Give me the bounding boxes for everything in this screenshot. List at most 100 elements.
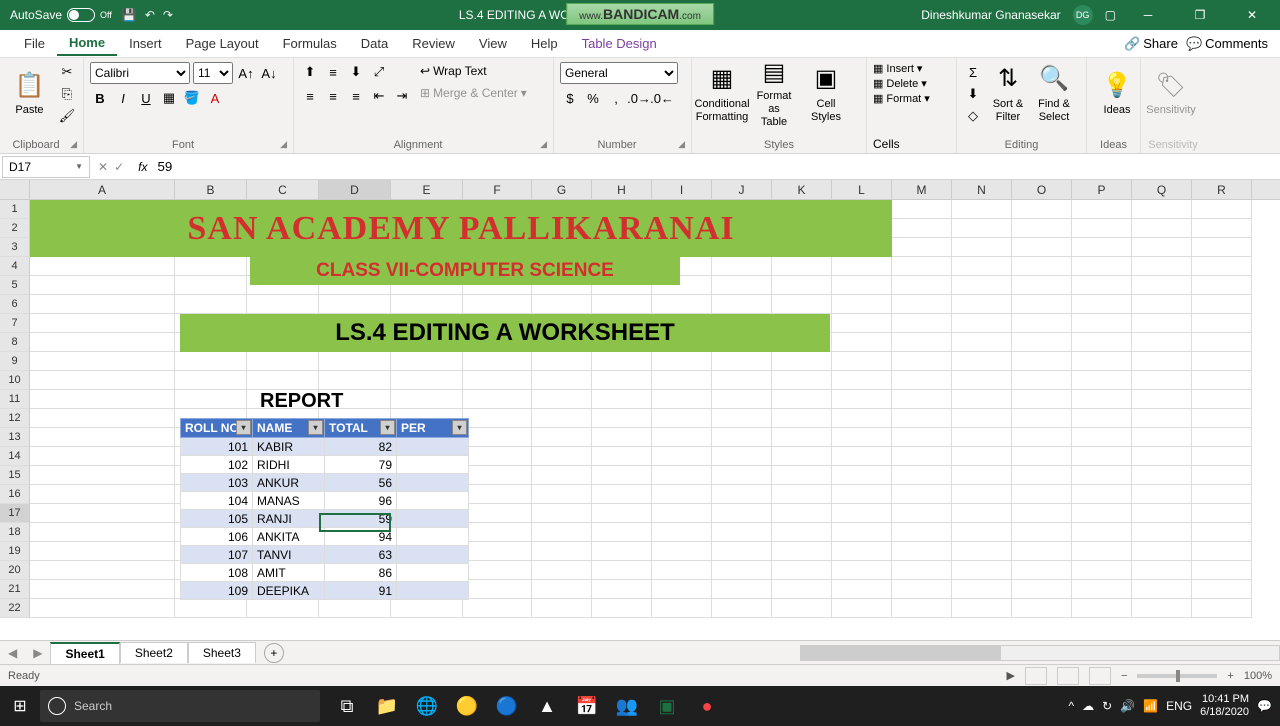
clear-icon[interactable]: ◇ (963, 106, 983, 126)
column-header-B[interactable]: B (175, 180, 247, 199)
bold-button[interactable]: B (90, 88, 110, 108)
table-row[interactable]: 106ANKITA94 (181, 528, 469, 546)
spreadsheet-grid[interactable]: 12345678910111213141516171819202122 SAN … (0, 200, 1280, 640)
cell-styles-button[interactable]: ▣Cell Styles (802, 62, 850, 126)
select-all-corner[interactable] (0, 180, 30, 199)
tray-sync-icon[interactable]: ↻ (1102, 699, 1112, 713)
autosave-toggle[interactable]: AutoSave Off (10, 8, 112, 22)
minimize-button[interactable]: ─ (1128, 0, 1168, 30)
sheet-nav-prev-icon[interactable]: ◀ (0, 646, 25, 660)
paste-button[interactable]: 📋 Paste (6, 62, 53, 126)
table-row[interactable]: 102RIDHI79 (181, 456, 469, 474)
sort-filter-button[interactable]: ⇅Sort & Filter (987, 62, 1029, 126)
tab-help[interactable]: Help (519, 32, 570, 55)
tab-insert[interactable]: Insert (117, 32, 174, 55)
zoom-in-button[interactable]: + (1227, 670, 1233, 682)
explorer-icon[interactable]: 📁 (368, 686, 406, 726)
formula-input[interactable] (153, 159, 1280, 174)
tab-view[interactable]: View (467, 32, 519, 55)
row-header-15[interactable]: 15 (0, 466, 30, 485)
align-left-icon[interactable]: ≡ (300, 86, 320, 106)
format-painter-icon[interactable]: 🖌 (57, 106, 77, 126)
tray-up-icon[interactable]: ^ (1068, 699, 1074, 713)
taskbar-search[interactable]: Search (40, 690, 320, 722)
table-row[interactable]: 108AMIT86 (181, 564, 469, 582)
column-header-Q[interactable]: Q (1132, 180, 1192, 199)
comma-icon[interactable]: , (606, 88, 626, 108)
cancel-formula-icon[interactable]: ✕ (98, 160, 108, 174)
column-header-F[interactable]: F (463, 180, 532, 199)
close-button[interactable]: ✕ (1232, 0, 1272, 30)
teams-icon[interactable]: 👥 (608, 686, 646, 726)
redo-icon[interactable]: ↷ (163, 8, 173, 22)
record-icon[interactable]: ● (688, 686, 726, 726)
column-header-H[interactable]: H (592, 180, 652, 199)
row-header-16[interactable]: 16 (0, 485, 30, 504)
report-table[interactable]: ROLL NO▾NAME▾TOTAL▾PER▾101KABIR82102RIDH… (180, 418, 469, 600)
column-header-L[interactable]: L (832, 180, 892, 199)
orientation-icon[interactable]: ⤢ (369, 62, 389, 82)
column-header-I[interactable]: I (652, 180, 712, 199)
number-launcher-icon[interactable]: ◢ (678, 139, 685, 150)
row-header-13[interactable]: 13 (0, 428, 30, 447)
filter-button-icon[interactable]: ▾ (308, 420, 323, 435)
comments-button[interactable]: 💬 Comments (1186, 36, 1268, 52)
sheet-nav-next-icon[interactable]: ▶ (25, 646, 50, 660)
tray-onedrive-icon[interactable]: ☁ (1082, 699, 1094, 713)
font-name-select[interactable]: Calibri (90, 62, 190, 84)
excel-icon[interactable]: ▣ (648, 686, 686, 726)
tray-lang-icon[interactable]: ENG (1166, 699, 1192, 713)
align-top-icon[interactable]: ⬆ (300, 62, 320, 82)
taskbar-clock[interactable]: 10:41 PM 6/18/2020 (1200, 693, 1249, 719)
format-cells-button[interactable]: ▦ Format ▾ (873, 92, 950, 105)
enter-formula-icon[interactable]: ✓ (114, 160, 124, 174)
table-row[interactable]: 109DEEPIKA91 (181, 582, 469, 600)
row-header-17[interactable]: 17 (0, 504, 30, 523)
fill-color-button[interactable]: 🪣 (182, 88, 202, 108)
zoom-out-button[interactable]: − (1121, 670, 1127, 682)
row-header-11[interactable]: 11 (0, 390, 30, 409)
align-right-icon[interactable]: ≡ (346, 86, 366, 106)
edge-icon[interactable]: 🌐 (408, 686, 446, 726)
delete-cells-button[interactable]: ▦ Delete ▾ (873, 77, 950, 90)
save-icon[interactable]: 💾 (122, 8, 137, 22)
font-size-select[interactable]: 11 (193, 62, 233, 84)
table-row[interactable]: 107TANVI63 (181, 546, 469, 564)
table-header[interactable]: ROLL NO▾ (181, 419, 253, 438)
copy-icon[interactable]: ⎘ (57, 84, 77, 104)
row-header-21[interactable]: 21 (0, 580, 30, 599)
column-header-J[interactable]: J (712, 180, 772, 199)
font-launcher-icon[interactable]: ◢ (280, 139, 287, 150)
table-header[interactable]: PER▾ (397, 419, 469, 438)
zoom-slider[interactable] (1137, 674, 1217, 678)
row-header-9[interactable]: 9 (0, 352, 30, 371)
row-header-18[interactable]: 18 (0, 523, 30, 542)
decrease-font-icon[interactable]: A↓ (259, 63, 279, 83)
column-header-R[interactable]: R (1192, 180, 1252, 199)
table-row[interactable]: 104MANAS96 (181, 492, 469, 510)
ideas-button[interactable]: 💡Ideas (1093, 62, 1141, 126)
skype-icon[interactable]: 🔵 (488, 686, 526, 726)
italic-button[interactable]: I (113, 88, 133, 108)
pagelayout-view-button[interactable] (1057, 667, 1079, 685)
start-button[interactable]: ⊞ (0, 686, 40, 726)
column-header-N[interactable]: N (952, 180, 1012, 199)
table-row[interactable]: 103ANKUR56 (181, 474, 469, 492)
tab-tabledesign[interactable]: Table Design (570, 32, 669, 55)
autosum-icon[interactable]: Σ (963, 62, 983, 82)
tab-formulas[interactable]: Formulas (271, 32, 349, 55)
task-view-icon[interactable]: ⧉ (328, 686, 366, 726)
align-bottom-icon[interactable]: ⬇ (346, 62, 366, 82)
notifications-icon[interactable]: 💬 (1257, 699, 1272, 713)
increase-decimal-icon[interactable]: .0→ (629, 88, 649, 108)
filter-button-icon[interactable]: ▾ (236, 420, 251, 435)
ribbon-display-icon[interactable]: ▢ (1105, 8, 1116, 22)
column-header-K[interactable]: K (772, 180, 832, 199)
column-header-P[interactable]: P (1072, 180, 1132, 199)
row-header-14[interactable]: 14 (0, 447, 30, 466)
column-header-O[interactable]: O (1012, 180, 1072, 199)
tray-volume-icon[interactable]: 🔊 (1120, 699, 1135, 713)
share-button[interactable]: 🔗 Share (1124, 36, 1178, 52)
increase-font-icon[interactable]: A↑ (236, 63, 256, 83)
number-format-select[interactable]: General (560, 62, 678, 84)
